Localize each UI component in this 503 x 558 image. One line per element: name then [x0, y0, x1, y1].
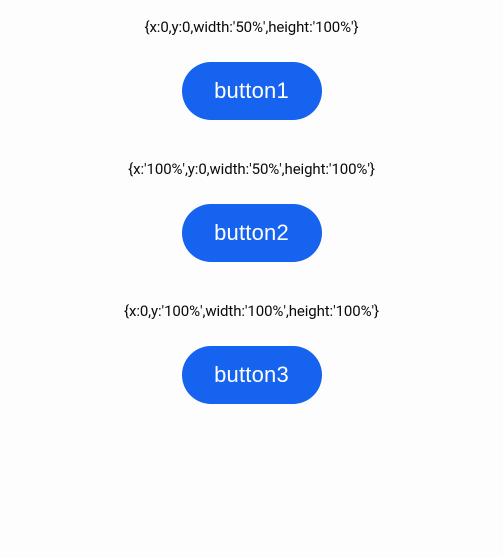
config-label-3: {x:0,y:'100%',width:'100%',height:'100%'…: [124, 302, 379, 320]
button-1[interactable]: button1: [182, 62, 322, 120]
button-2[interactable]: button2: [182, 204, 322, 262]
config-label-2: {x:'100%',y:0,width:'50%',height:'100%'}: [128, 160, 375, 178]
button-3[interactable]: button3: [182, 346, 322, 404]
config-label-1: {x:0,y:0,width:'50%',height:'100%'}: [144, 18, 358, 36]
